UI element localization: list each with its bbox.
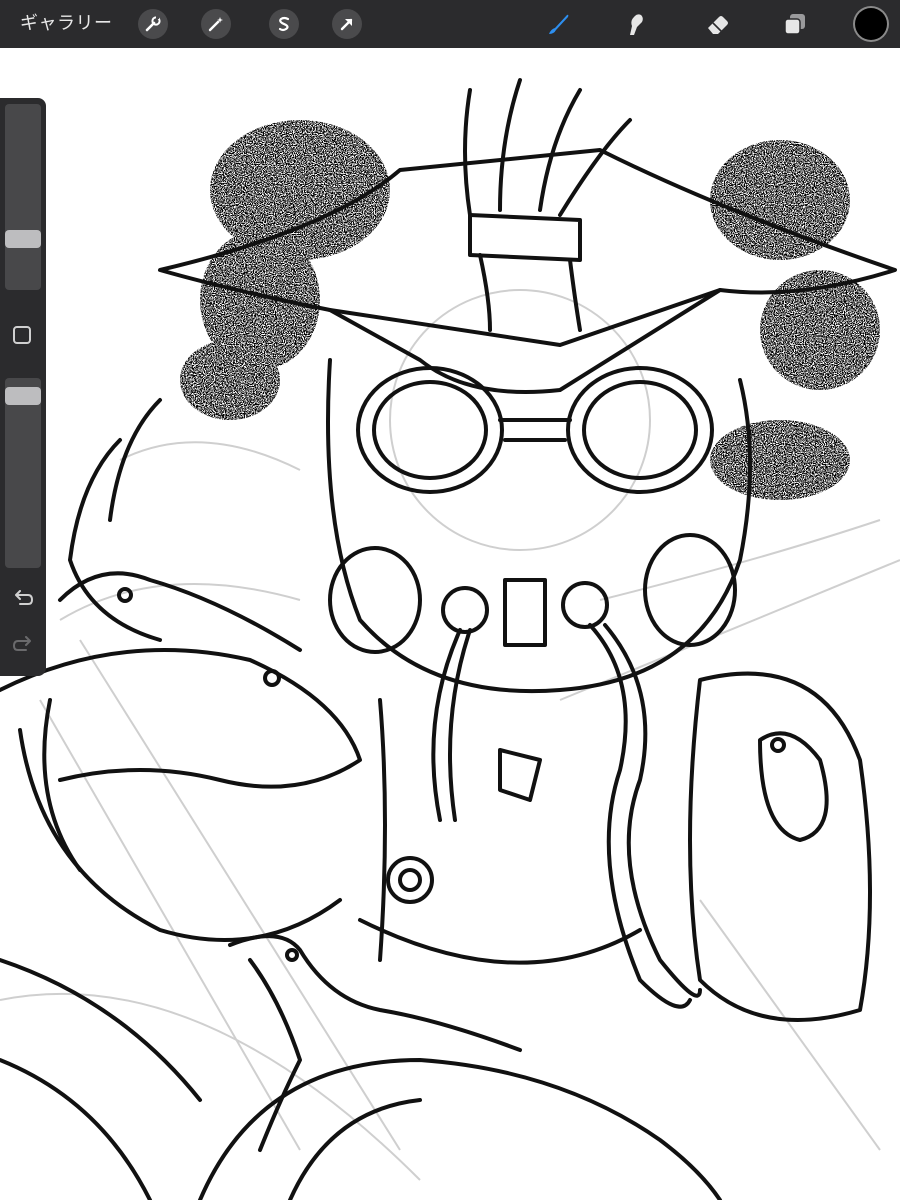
redo-icon — [12, 636, 31, 651]
brush-size-thumb[interactable] — [5, 230, 41, 248]
modify-button[interactable] — [13, 326, 31, 344]
drawing-canvas[interactable] — [0, 48, 900, 1200]
gallery-button[interactable]: ギャラリー — [20, 0, 113, 48]
brush-size-slider[interactable] — [5, 104, 41, 290]
smudge-tool-button[interactable] — [620, 9, 650, 39]
selection-button[interactable] — [269, 9, 299, 39]
opacity-thumb[interactable] — [5, 387, 41, 405]
opacity-slider[interactable] — [5, 378, 41, 568]
color-picker-swatch[interactable] — [855, 8, 887, 40]
redo-button[interactable] — [10, 632, 36, 658]
undo-icon — [15, 590, 34, 605]
brush-icon — [549, 14, 569, 34]
actions-button[interactable] — [138, 9, 168, 39]
layers-icon — [784, 14, 805, 35]
brush-tool-button[interactable] — [543, 9, 573, 39]
top-toolbar: ギャラリー — [0, 0, 900, 48]
undo-button[interactable] — [10, 586, 36, 612]
arrow-cursor-icon — [340, 18, 353, 31]
adjustments-button[interactable] — [201, 9, 231, 39]
eraser-tool-button[interactable] — [703, 9, 733, 39]
wrench-icon — [145, 16, 161, 32]
sketch-artwork — [0, 78, 900, 1200]
transform-button[interactable] — [332, 9, 362, 39]
selection-s-icon — [278, 16, 290, 32]
smudge-finger-icon — [630, 14, 643, 36]
left-sidebar — [0, 98, 46, 676]
eraser-icon — [708, 16, 728, 34]
layers-button[interactable] — [780, 9, 810, 39]
magic-wand-icon — [208, 17, 223, 32]
grain-texture — [180, 120, 880, 500]
procreate-app: ギャラリー — [0, 0, 900, 1200]
